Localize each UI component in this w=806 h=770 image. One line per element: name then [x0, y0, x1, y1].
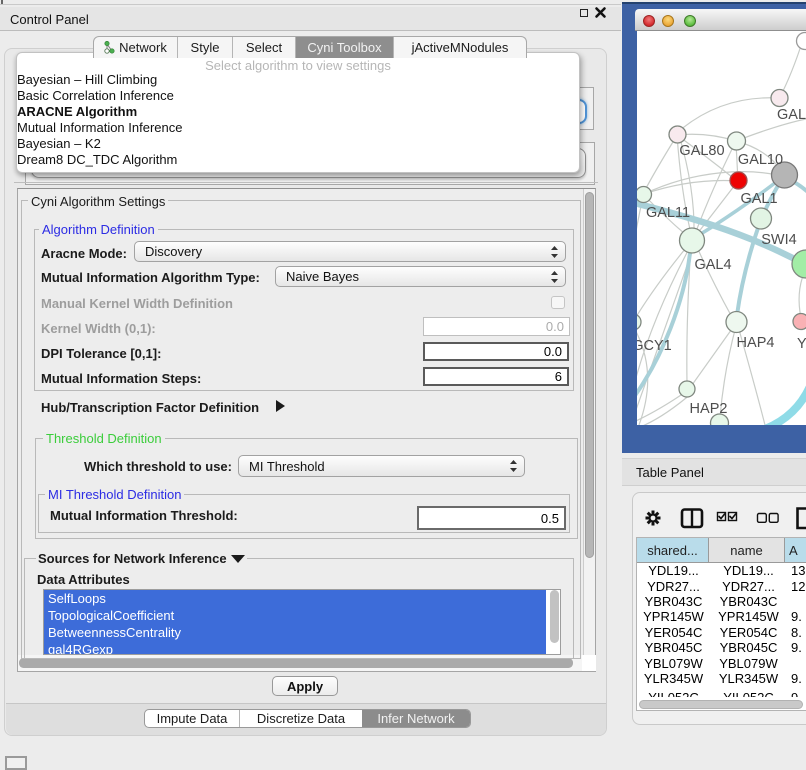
- svg-text:GAL2: GAL2: [777, 107, 806, 123]
- svg-text:GAL4: GAL4: [694, 257, 731, 273]
- svg-text:GAL1: GAL1: [740, 191, 777, 207]
- svg-text:GAL80: GAL80: [679, 143, 724, 159]
- svg-text:GAL10: GAL10: [738, 152, 783, 168]
- svg-text:YB: YB: [797, 336, 806, 352]
- svg-text:GCY1: GCY1: [637, 338, 672, 354]
- svg-text:SWI4: SWI4: [761, 232, 796, 248]
- svg-text:GAL11: GAL11: [646, 205, 690, 221]
- svg-text:HAP4: HAP4: [737, 335, 775, 351]
- svg-text:HAP2: HAP2: [690, 401, 728, 417]
